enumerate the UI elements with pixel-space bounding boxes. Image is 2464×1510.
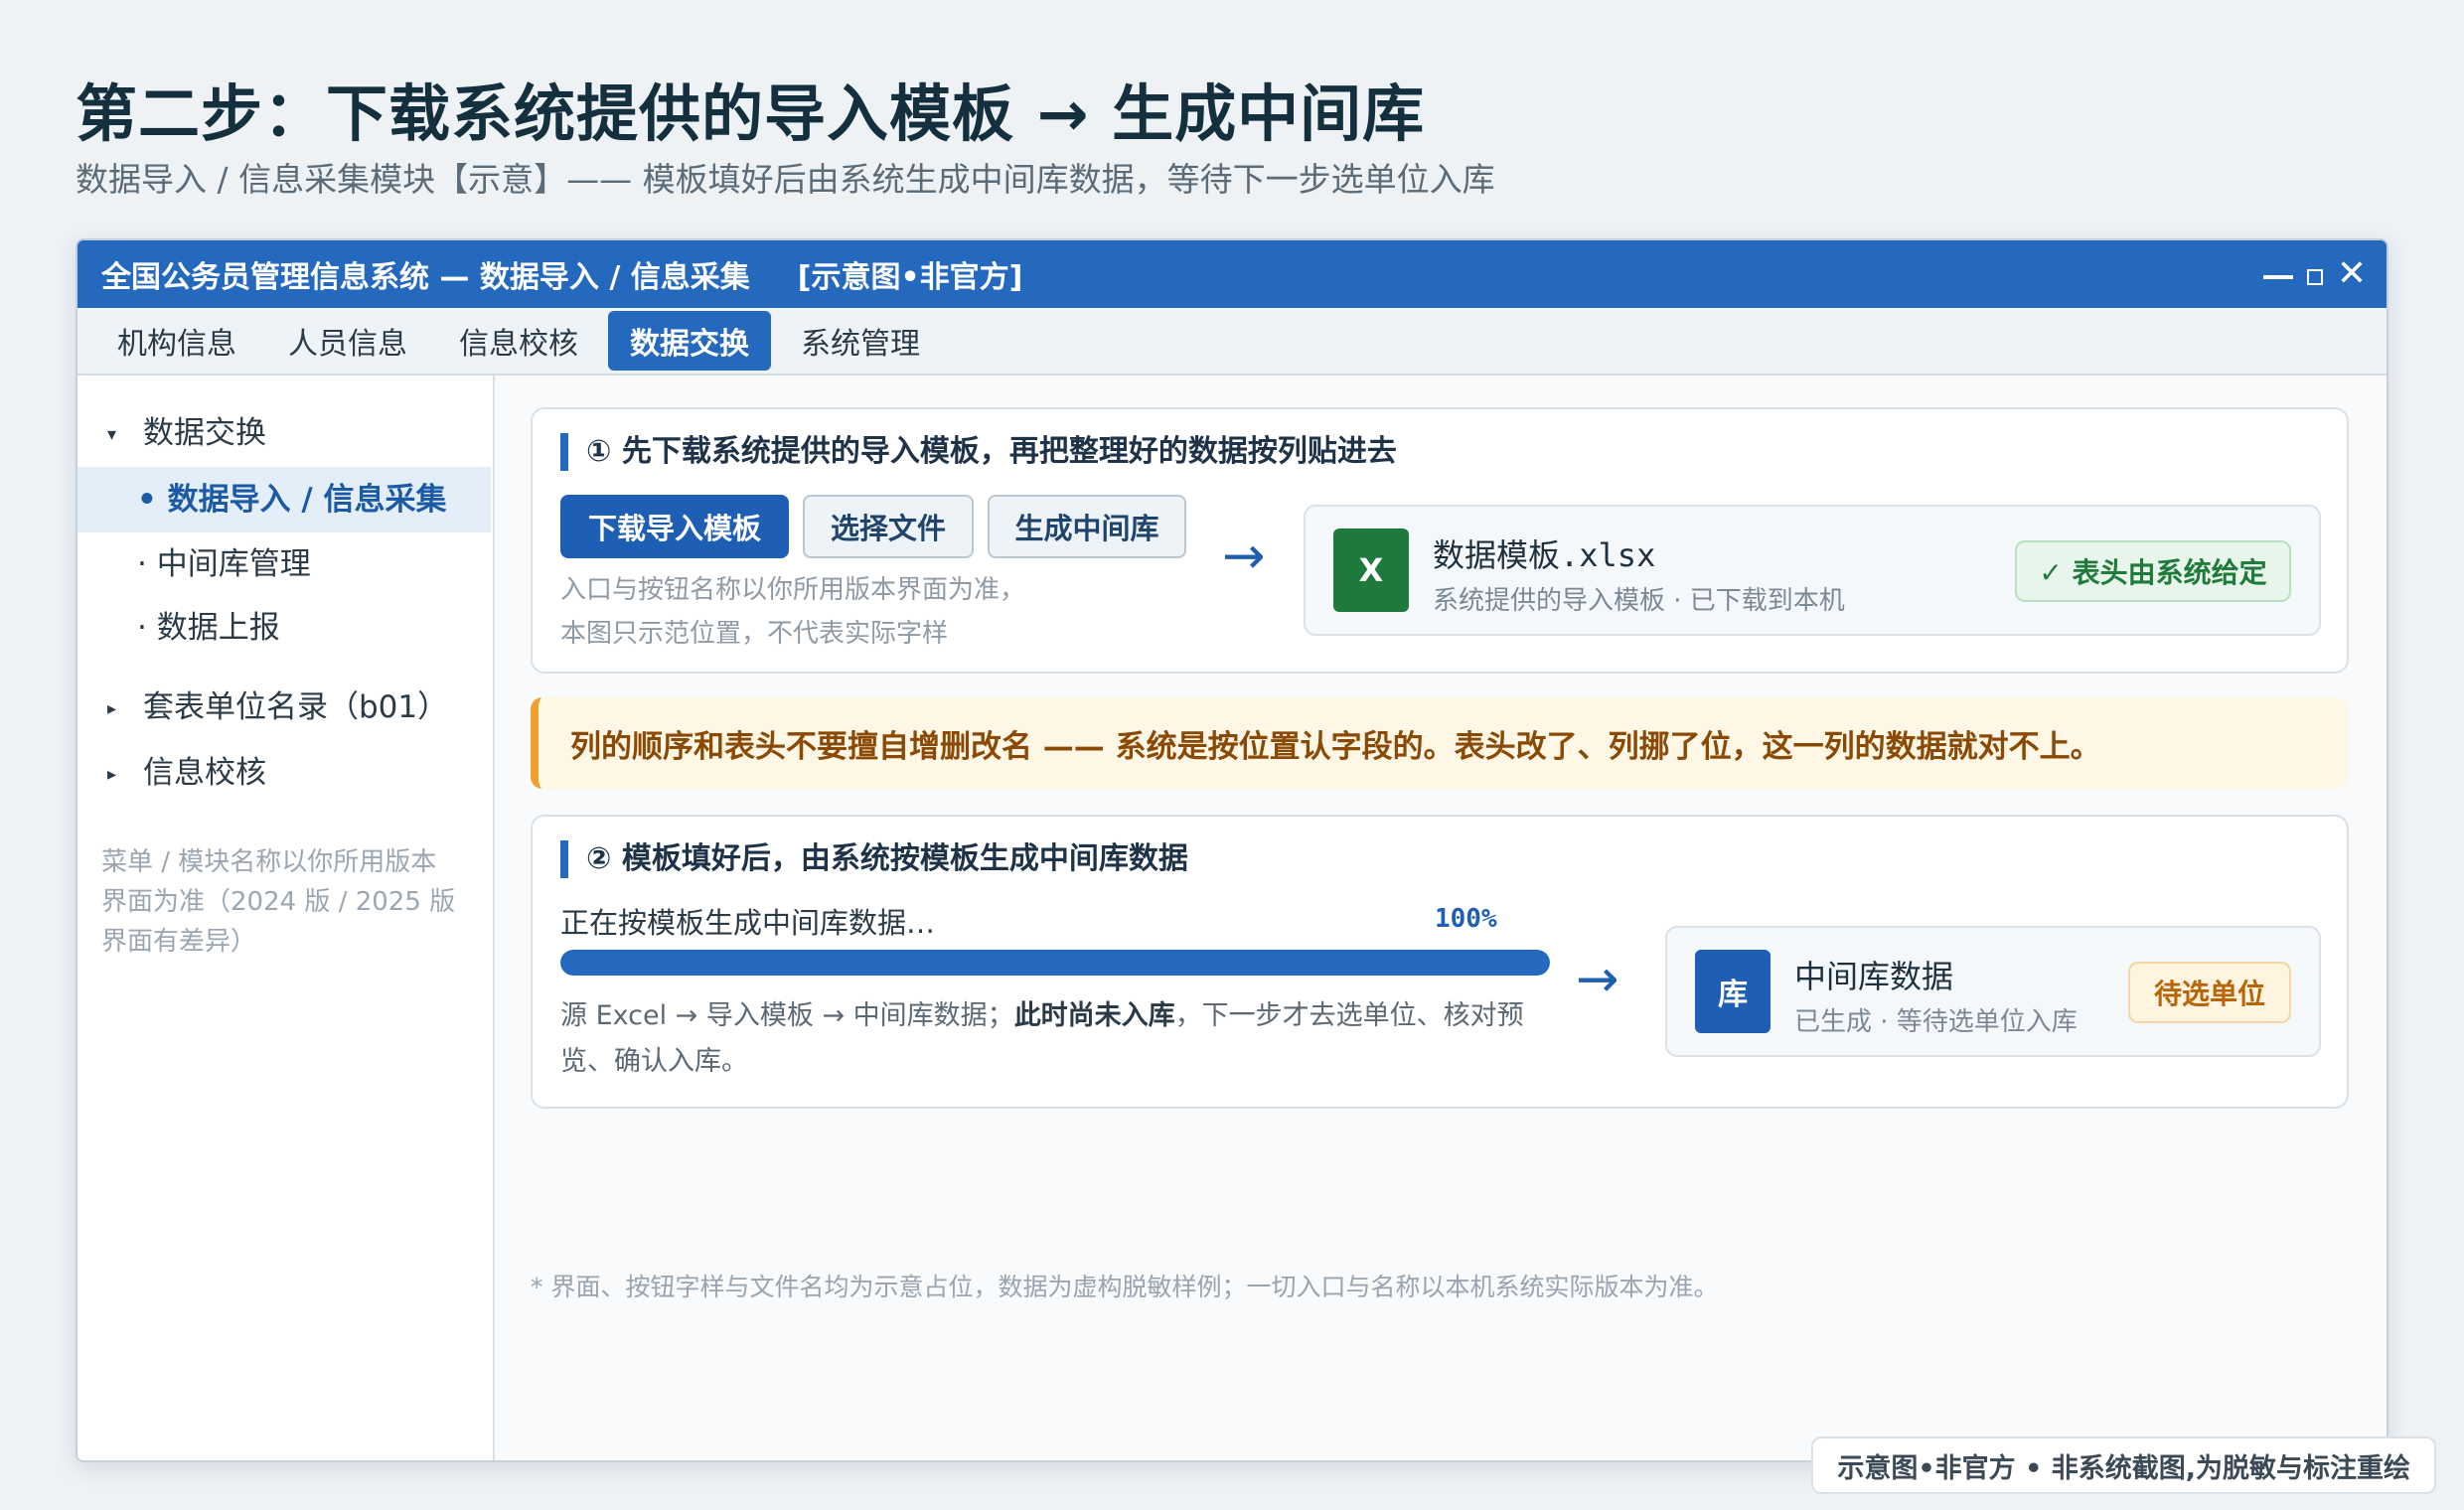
sidebar-note: 菜单 / 模块名称以你所用版本界面为准（2024 版 / 2025 版界面有差异… (101, 847, 456, 957)
db-status: 已生成 · 等待选单位入库 (1794, 1007, 2078, 1037)
sidebar: ▾ 数据交换 • 数据导入 / 信息采集 · 中间库管理 · 数据上报 ▸ 套表单位… (77, 376, 495, 1460)
sidebar-item-label: 信息校核 (143, 755, 266, 791)
disclaimer-stamp: 示意图•非官方 • 非系统截图,为脱敏与标注重绘 (1811, 1436, 2436, 1494)
generate-intermediate-db-button[interactable]: 生成中间库 (988, 495, 1186, 558)
window-title: 全国公务员管理信息系统 — 数据导入 / 信息采集 (101, 260, 750, 295)
window-body: ▾ 数据交换 • 数据导入 / 信息采集 · 中间库管理 · 数据上报 ▸ 套表单位… (77, 376, 2387, 1460)
caret-right-icon: ▸ (107, 697, 117, 719)
caret-right-icon: ▸ (107, 763, 117, 785)
tab-personnel-info[interactable]: 人员信息 (266, 311, 429, 371)
db-name: 中间库数据 (1794, 958, 1954, 995)
step1-hint: 入口与按钮名称以你所用版本界面为准， 本图只示范位置，不代表实际字样 (560, 568, 1025, 656)
tab-org-info[interactable]: 机构信息 (95, 311, 258, 371)
sidebar-item-intermediate-db[interactable]: · 中间库管理 (77, 538, 491, 590)
page-title: 第二步：下载系统提供的导入模板 → 生成中间库 (76, 77, 1426, 150)
window-controls: ✕ (2262, 240, 2367, 308)
app-window: 全国公务员管理信息系统 — 数据导入 / 信息采集 [示意图•非官方] ✕ 机构… (76, 238, 2388, 1462)
warning-banner: 列的顺序和表头不要擅自增删改名 —— 系统是按位置认字段的。表头改了、列挪了位，… (531, 697, 2349, 789)
pending-unit-badge: 待选单位 (2128, 962, 2291, 1023)
progress-percent: 100% (1435, 904, 1497, 934)
progress-bar (560, 950, 1550, 976)
step1-card: ① 先下载系统提供的导入模板，再把整理好的数据按列贴进去 下载导入模板 选择文件… (531, 407, 2349, 674)
arrow-right-icon: → (1222, 527, 1266, 586)
sidebar-item-unit-list[interactable]: ▸ 套表单位名录（b01） (77, 681, 491, 733)
sidebar-item-label: · 中间库管理 (137, 546, 311, 582)
excel-icon: X (1333, 528, 1409, 612)
choose-file-button[interactable]: 选择文件 (803, 495, 974, 558)
close-icon[interactable]: ✕ (2337, 256, 2367, 292)
sidebar-item-label: 数据交换 (143, 415, 266, 451)
maximize-icon[interactable] (2306, 269, 2323, 285)
tab-info-check[interactable]: 信息校核 (437, 311, 600, 371)
footnote: * 界面、按钮字样与文件名均为示意占位，数据为虚构脱敏样例；一切入口与名称以本机… (531, 1273, 1719, 1301)
intermediate-db-card: 库 中间库数据 已生成 · 等待选单位入库 待选单位 (1665, 926, 2321, 1057)
tab-system-admin[interactable]: 系统管理 (779, 311, 942, 371)
step2-heading: ② 模板填好后，由系统按模板生成中间库数据 (560, 840, 1188, 878)
sidebar-item-label: 套表单位名录（b01） (143, 689, 449, 725)
template-file-card: X 数据模板.xlsx 系统提供的导入模板 · 已下载到本机 ✓ 表头由系统给定 (1304, 505, 2321, 636)
sidebar-item-data-exchange[interactable]: ▾ 数据交换 (77, 407, 491, 459)
progress-fill (560, 950, 1550, 976)
step1-hint-line1: 入口与按钮名称以你所用版本界面为准， (560, 575, 1026, 605)
page-subtitle: 数据导入 / 信息采集模块【示意】—— 模板填好后由系统生成中间库数据，等待下一… (76, 160, 1495, 199)
caret-down-icon: ▾ (107, 423, 117, 445)
sidebar-item-label: · 数据上报 (137, 610, 280, 646)
window-tag: [示意图•非官方] (797, 260, 1023, 295)
menu-bar: 机构信息 人员信息 信息校核 数据交换 系统管理 (77, 308, 2387, 376)
minimize-icon[interactable] (2262, 275, 2293, 279)
file-name: 数据模板.xlsx (1433, 536, 1656, 574)
step2-card: ② 模板填好后，由系统按模板生成中间库数据 正在按模板生成中间库数据… 100%… (531, 815, 2349, 1109)
header-given-badge: ✓ 表头由系统给定 (2015, 540, 2291, 602)
download-template-button[interactable]: 下载导入模板 (560, 495, 789, 558)
file-status: 系统提供的导入模板 · 已下载到本机 (1433, 586, 1845, 616)
sidebar-item-info-check[interactable]: ▸ 信息校核 (77, 747, 491, 799)
main-content: ① 先下载系统提供的导入模板，再把整理好的数据按列贴进去 下载导入模板 选择文件… (495, 376, 2387, 1460)
window-titlebar: 全国公务员管理信息系统 — 数据导入 / 信息采集 [示意图•非官方] ✕ (77, 240, 2387, 308)
desc-part1: 源 Excel → 导入模板 → 中间库数据； (560, 1000, 1014, 1031)
database-icon: 库 (1695, 950, 1771, 1033)
step1-heading: ① 先下载系统提供的导入模板，再把整理好的数据按列贴进去 (560, 433, 1397, 471)
sidebar-item-label: • 数据导入 / 信息采集 (137, 482, 447, 518)
progress-label: 正在按模板生成中间库数据… (560, 906, 936, 940)
step1-hint-line2: 本图只示范位置，不代表实际字样 (560, 619, 949, 649)
desc-bold: 此时尚未入库 (1013, 1000, 1175, 1031)
sidebar-item-data-report[interactable]: · 数据上报 (77, 602, 491, 654)
step2-description: 源 Excel → 导入模板 → 中间库数据；此时尚未入库，下一步才去选单位、核… (560, 993, 1554, 1085)
sidebar-item-data-import[interactable]: • 数据导入 / 信息采集 (77, 467, 491, 532)
tab-data-exchange[interactable]: 数据交换 (608, 311, 771, 371)
arrow-right-icon: → (1576, 950, 1619, 1009)
